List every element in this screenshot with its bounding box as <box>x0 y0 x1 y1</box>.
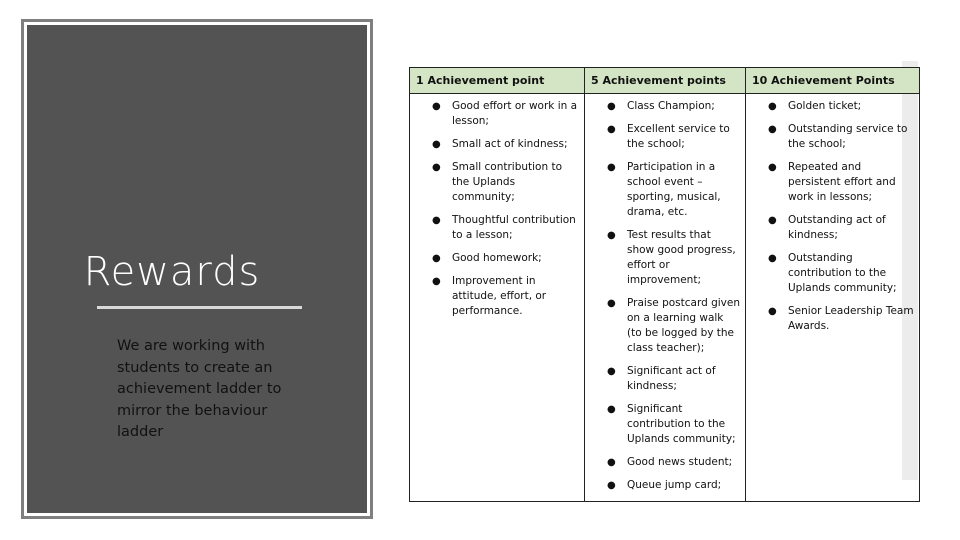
bullet-icon: ● <box>607 298 616 309</box>
list-item: ● Participation in a school event – sport… <box>585 160 741 220</box>
cell-1-point: ● Good effort or work in a lesson; ● Small … <box>409 93 585 502</box>
list-item-text: Senior Leadership Team Awards. <box>788 305 914 332</box>
list-item-text: Good homework; <box>452 252 542 264</box>
list-item: ● Improvement in attitude, effort, or per… <box>410 274 580 319</box>
list-item-text: Outstanding service to the school; <box>788 123 908 150</box>
list-item: ● Good effort or work in a lesson; <box>410 99 580 129</box>
bullet-icon: ● <box>432 139 441 150</box>
list-item: ● Outstanding service to the school; <box>746 122 915 152</box>
list-item-text: Outstanding contribution to the Uplands … <box>788 252 897 294</box>
list-item-text: Golden ticket; <box>788 100 862 112</box>
bullet-icon: ● <box>432 215 441 226</box>
achievement-table: 1 Achievement point 5 Achievement points… <box>409 67 920 502</box>
bullet-icon: ● <box>607 162 616 173</box>
bullet-icon: ● <box>607 480 616 491</box>
list-item-text: Test results that show good progress, ef… <box>627 229 736 286</box>
list-item-text: Significant act of kindness; <box>627 365 716 392</box>
list-item: ● Praise postcard given on a learning wal… <box>585 296 741 356</box>
list-item-text: Good effort or work in a lesson; <box>452 100 578 127</box>
bullet-icon: ● <box>768 101 777 112</box>
header-5-points: 5 Achievement points <box>584 67 746 94</box>
cell-5-points: ● Class Champion; ● Excellent service to th… <box>584 93 746 502</box>
header-10-points: 10 Achievement Points <box>745 67 920 94</box>
list-1-point: ● Good effort or work in a lesson; ● Small … <box>410 94 584 319</box>
list-item-text: Improvement in attitude, effort, or perf… <box>452 275 547 317</box>
bullet-icon: ● <box>607 457 616 468</box>
header-1-point: 1 Achievement point <box>409 67 585 94</box>
list-item-text: Significant contribution to the Uplands … <box>627 403 736 445</box>
bullet-icon: ● <box>432 276 441 287</box>
list-item: ● Outstanding contribution to the Uplands… <box>746 251 915 296</box>
table-row: ● Good effort or work in a lesson; ● Small … <box>409 93 920 502</box>
list-item: ● Thoughtful contribution to a lesson; <box>410 213 580 243</box>
list-item-text: Good news student; <box>627 456 733 468</box>
list-item: ● Small contribution to the Uplands commu… <box>410 160 580 205</box>
list-item-text: Queue jump card; <box>627 479 722 491</box>
bullet-icon: ● <box>607 230 616 241</box>
list-item: ● Class Champion; <box>585 99 741 114</box>
slide-subtitle: We are working with students to create a… <box>117 338 282 440</box>
title-panel-fill: Rewards We are working with students to … <box>27 25 367 513</box>
list-5-points: ● Class Champion; ● Excellent service to th… <box>585 94 745 493</box>
list-10-points: ● Golden ticket; ● Outstanding service to t… <box>746 94 919 334</box>
bullet-icon: ● <box>607 366 616 377</box>
list-item: ● Queue jump card; <box>585 478 741 493</box>
bullet-icon: ● <box>432 162 441 173</box>
list-item-text: Excellent service to the school; <box>627 123 730 150</box>
bullet-icon: ● <box>607 124 616 135</box>
cell-10-points: ● Golden ticket; ● Outstanding service to t… <box>745 93 920 502</box>
list-item-text: Class Champion; <box>627 100 715 112</box>
list-item: ● Good homework; <box>410 251 580 266</box>
table-header-row: 1 Achievement point 5 Achievement points… <box>409 67 920 94</box>
list-item-text: Praise postcard given on a learning walk… <box>627 297 741 354</box>
bullet-icon: ● <box>432 101 441 112</box>
bullet-icon: ● <box>768 124 777 135</box>
bullet-icon: ● <box>607 101 616 112</box>
list-item-text: Small act of kindness; <box>452 138 568 150</box>
bullet-icon: ● <box>768 306 777 317</box>
list-item-text: Small contribution to the Uplands commun… <box>452 161 563 203</box>
list-item: ● Significant act of kindness; <box>585 364 741 394</box>
list-item: ● Golden ticket; <box>746 99 915 114</box>
list-item: ● Test results that show good progress, e… <box>585 228 741 288</box>
list-item-text: Thoughtful contribution to a lesson; <box>452 214 576 241</box>
title-panel: Rewards We are working with students to … <box>21 19 373 519</box>
bullet-icon: ● <box>768 253 777 264</box>
list-item: ● Small act of kindness; <box>410 137 580 152</box>
bullet-icon: ● <box>768 215 777 226</box>
list-item: ● Significant contribution to the Uplands… <box>585 402 741 447</box>
bullet-icon: ● <box>432 253 441 264</box>
slide-title: Rewards <box>83 249 261 295</box>
title-divider <box>97 306 302 309</box>
list-item-text: Outstanding act of kindness; <box>788 214 886 241</box>
list-item: ● Senior Leadership Team Awards. <box>746 304 915 334</box>
bullet-icon: ● <box>607 404 616 415</box>
list-item: ● Good news student; <box>585 455 741 470</box>
list-item-text: Repeated and persistent effort and work … <box>788 161 896 203</box>
bullet-icon: ● <box>768 162 777 173</box>
list-item: ● Excellent service to the school; <box>585 122 741 152</box>
list-item: ● Outstanding act of kindness; <box>746 213 915 243</box>
list-item: ● Repeated and persistent effort and work… <box>746 160 915 205</box>
list-item-text: Participation in a school event – sporti… <box>627 161 721 218</box>
